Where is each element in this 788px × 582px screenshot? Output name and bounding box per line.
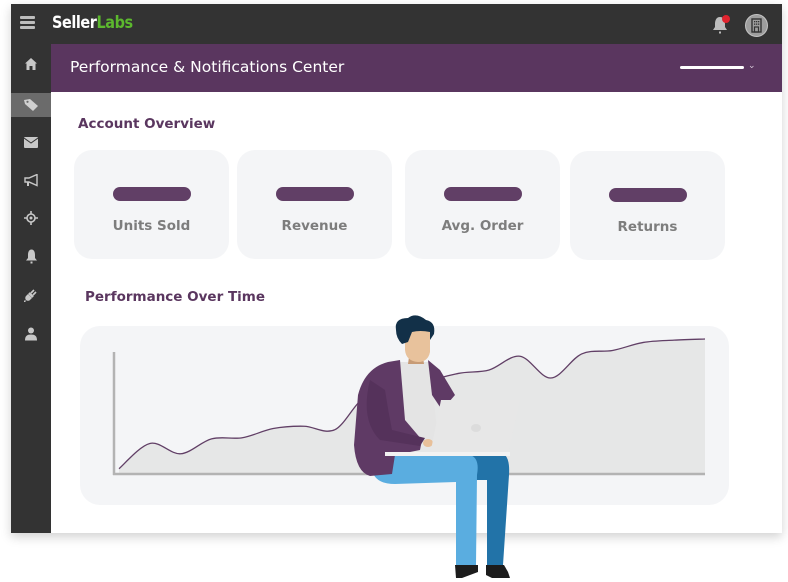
person-with-laptop-illustration	[354, 315, 520, 578]
